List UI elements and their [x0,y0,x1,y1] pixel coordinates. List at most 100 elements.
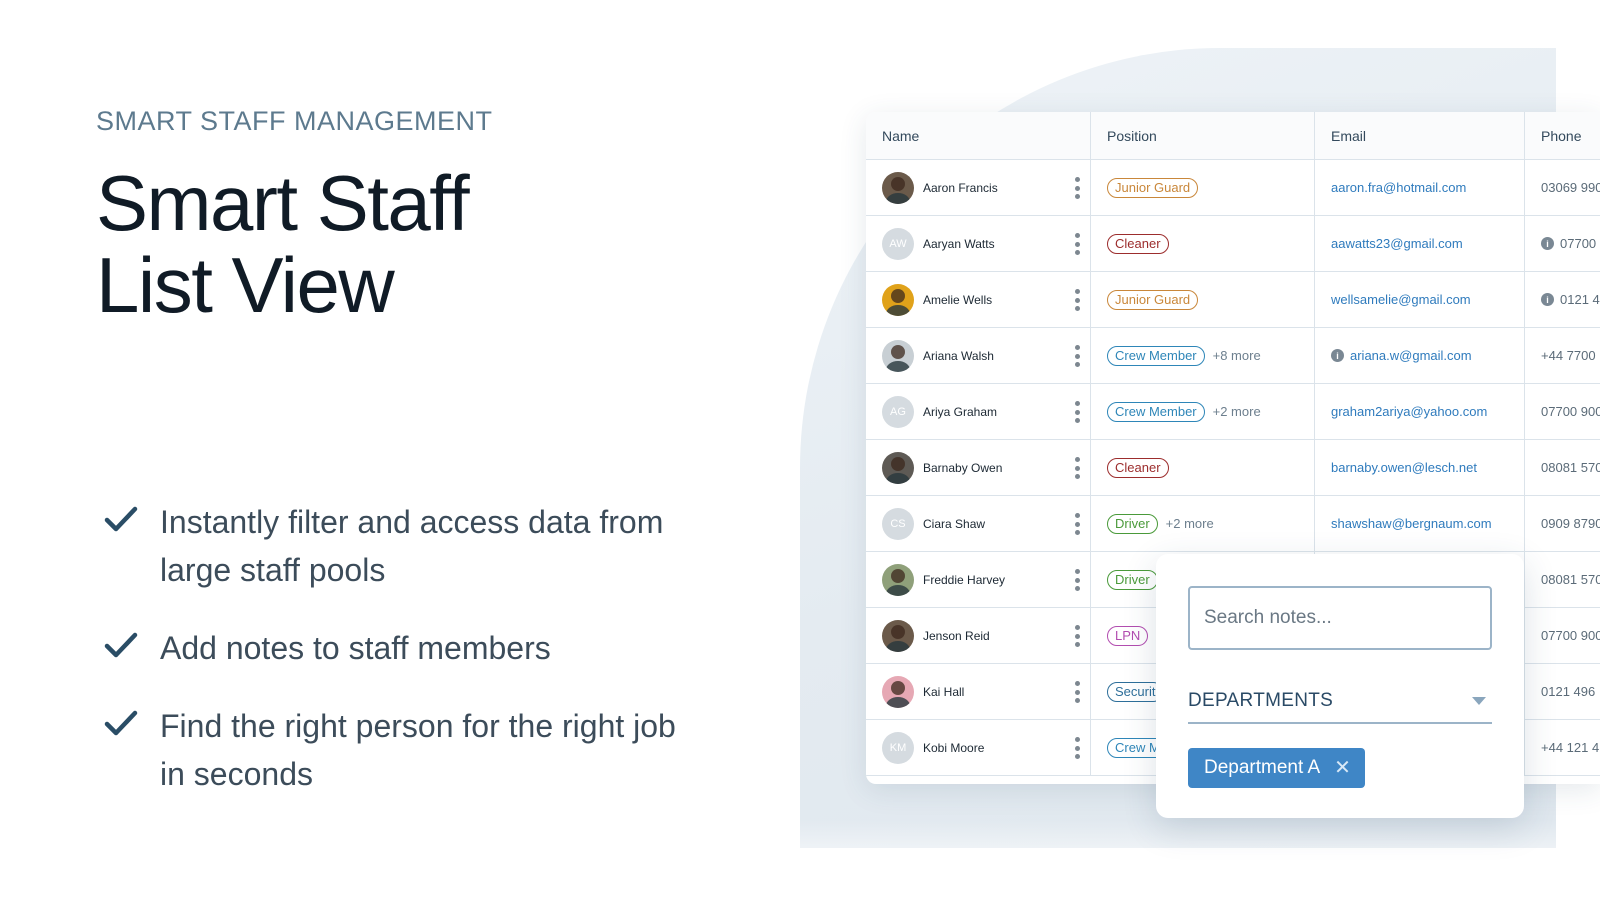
more-options-icon[interactable] [1074,177,1080,199]
avatar [882,675,914,708]
phone-cell: i 07700 [1525,216,1600,271]
staff-name[interactable]: Amelie Wells [923,293,992,307]
more-positions-link[interactable]: +8 more [1213,348,1261,363]
phone-number: 03069 990 [1541,180,1600,195]
feature-text: Find the right person for the right job … [160,708,676,792]
name-cell[interactable]: KM Kobi Moore [866,720,1091,775]
more-options-icon[interactable] [1074,625,1080,647]
more-options-icon[interactable] [1074,513,1080,535]
phone-number: +44 121 4 [1541,740,1600,755]
email-cell: aawatts23@gmail.com [1315,216,1525,271]
staff-name[interactable]: Aaron Francis [923,181,998,195]
avatar [882,619,914,652]
notes-filter-popover: DEPARTMENTS Department A ✕ [1156,554,1524,818]
position-cell: Junior Guard [1091,272,1315,327]
chevron-down-icon[interactable] [1472,697,1486,705]
name-cell[interactable]: Jenson Reid [866,608,1091,663]
table-row[interactable]: CS Ciara Shaw Driver +2 more shawshaw@bergna… [866,496,1600,552]
position-cell: Junior Guard [1091,160,1315,215]
email-link[interactable]: aaron.fra@hotmail.com [1331,180,1466,195]
name-cell[interactable]: Freddie Harvey [866,552,1091,607]
more-options-icon[interactable] [1074,345,1080,367]
staff-name[interactable]: Ariya Graham [923,405,997,419]
more-options-icon[interactable] [1074,681,1080,703]
position-badge: Driver [1107,513,1158,534]
name-cell[interactable]: Kai Hall [866,664,1091,719]
phone-number: 07700 [1560,236,1597,251]
email-link[interactable]: ariana.w@gmail.com [1350,348,1472,363]
more-options-icon[interactable] [1074,737,1080,759]
department-chip[interactable]: Department A ✕ [1188,748,1365,788]
page-title-line-2: List View [96,241,395,329]
phone-cell: 03069 990 [1525,160,1600,215]
column-header-name[interactable]: Name [866,112,1091,159]
more-options-icon[interactable] [1074,457,1080,479]
phone-number: 07700 900 [1541,628,1600,643]
position-cell: Crew Member +2 more [1091,384,1315,439]
name-cell[interactable]: AG Ariya Graham [866,384,1091,439]
more-positions-link[interactable]: +2 more [1213,404,1261,419]
more-positions-link[interactable]: +2 more [1166,516,1214,531]
staff-name[interactable]: Ciara Shaw [923,517,985,531]
name-cell[interactable]: Aaron Francis [866,160,1091,215]
position-badge: Junior Guard [1107,177,1199,198]
email-cell: barnaby.owen@lesch.net [1315,440,1525,495]
departments-label: DEPARTMENTS [1188,690,1334,711]
email-link[interactable]: shawshaw@bergnaum.com [1331,516,1492,531]
background-fade [700,820,1600,900]
phone-cell: +44 121 4 [1525,720,1600,775]
info-icon[interactable]: i [1541,293,1554,306]
search-notes-input[interactable] [1188,586,1492,650]
name-cell[interactable]: CS Ciara Shaw [866,496,1091,551]
table-row[interactable]: Amelie Wells Junior Guard wellsamelie@gmai… [866,272,1600,328]
table-row[interactable]: AG Ariya Graham Crew Member +2 more graham2a… [866,384,1600,440]
more-options-icon[interactable] [1074,289,1080,311]
column-header-email[interactable]: Email [1315,112,1525,159]
more-options-icon[interactable] [1074,401,1080,423]
close-icon[interactable]: ✕ [1334,758,1351,778]
name-cell[interactable]: Amelie Wells [866,272,1091,327]
phone-cell: 07700 900 [1525,608,1600,663]
avatar [882,339,914,372]
avatar: KM [882,731,914,764]
avatar [882,171,914,204]
page-title: Smart Staff List View [96,159,470,329]
table-row[interactable]: AW Aaryan Watts Cleaner aawatts23@gmail.com… [866,216,1600,272]
column-header-phone[interactable]: Phone [1525,112,1600,159]
table-row[interactable]: Ariana Walsh Crew Member +8 more i ariana.w@… [866,328,1600,384]
more-options-icon[interactable] [1074,569,1080,591]
departments-dropdown[interactable]: DEPARTMENTS [1188,680,1492,724]
staff-name[interactable]: Ariana Walsh [923,349,994,363]
table-row[interactable]: Aaron Francis Junior Guard aaron.fra@hotma… [866,160,1600,216]
email-link[interactable]: wellsamelie@gmail.com [1331,292,1471,307]
name-cell[interactable]: Ariana Walsh [866,328,1091,383]
name-cell[interactable]: Barnaby Owen [866,440,1091,495]
feature-list: Instantly filter and access data from la… [100,498,700,828]
staff-name[interactable]: Kai Hall [923,685,964,699]
staff-name[interactable]: Barnaby Owen [923,461,1002,475]
feature-text: Instantly filter and access data from la… [160,504,664,588]
department-chip-label: Department A [1204,757,1321,778]
staff-name[interactable]: Aaryan Watts [923,237,995,251]
info-icon[interactable]: i [1541,237,1554,250]
email-link[interactable]: barnaby.owen@lesch.net [1331,460,1477,475]
staff-name[interactable]: Kobi Moore [923,741,984,755]
phone-number: +44 7700 [1541,348,1596,363]
check-icon [104,710,138,736]
page-title-line-1: Smart Staff [96,159,470,247]
email-link[interactable]: aawatts23@gmail.com [1331,236,1463,251]
avatar: AG [882,395,914,428]
email-cell: aaron.fra@hotmail.com [1315,160,1525,215]
email-link[interactable]: graham2ariya@yahoo.com [1331,404,1487,419]
table-row[interactable]: Barnaby Owen Cleaner barnaby.owen@lesch.ne… [866,440,1600,496]
name-cell[interactable]: AW Aaryan Watts [866,216,1091,271]
column-header-position[interactable]: Position [1091,112,1315,159]
feature-item: Find the right person for the right job … [100,702,700,798]
staff-name[interactable]: Freddie Harvey [923,573,1005,587]
position-cell: Crew Member +8 more [1091,328,1315,383]
staff-name[interactable]: Jenson Reid [923,629,990,643]
table-header: Name Position Email Phone [866,112,1600,160]
more-options-icon[interactable] [1074,233,1080,255]
phone-cell: 0121 496 [1525,664,1600,719]
info-icon[interactable]: i [1331,349,1344,362]
